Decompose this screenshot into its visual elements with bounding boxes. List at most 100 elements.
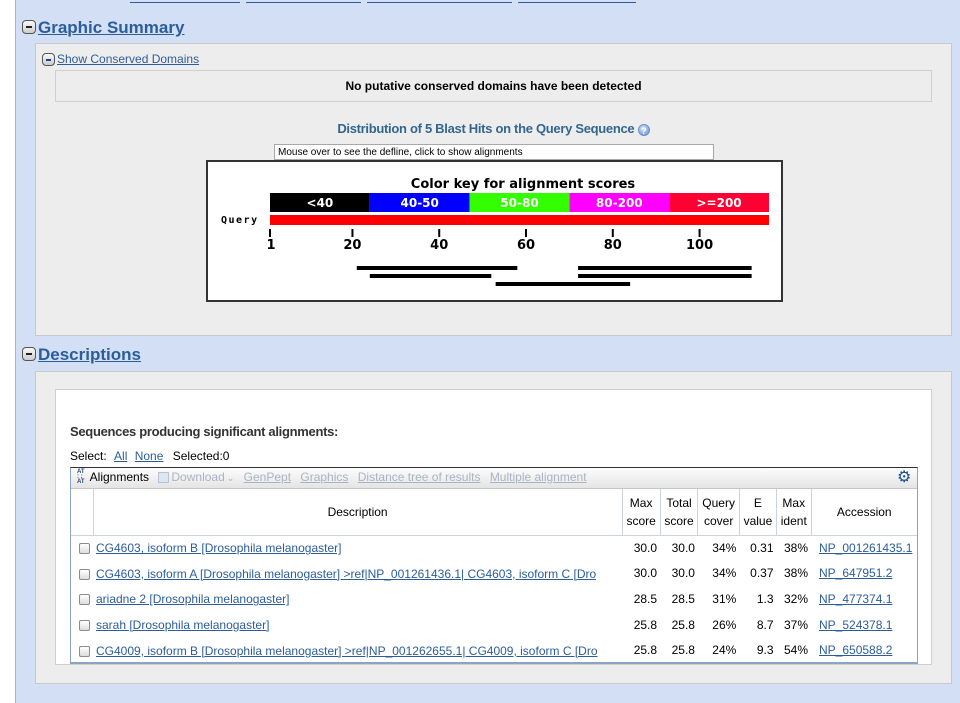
download-button[interactable]: Download (171, 470, 224, 484)
defline-display-input[interactable] (274, 144, 714, 160)
top-link[interactable] (367, 0, 512, 3)
select-row: Select: All None Selected:0 (70, 449, 229, 463)
results-table-container: AT: : AT Alignments Download ⌄ GenPept Gra… (70, 467, 918, 663)
query-cover: 34% (712, 566, 737, 581)
header-line: Max (629, 495, 653, 510)
distance-tree-link[interactable]: Distance tree of results (358, 470, 481, 484)
max-score-column-header[interactable]: Max score (621, 489, 661, 536)
ruler-tick-label: 1 (266, 238, 275, 253)
query-bar-group (270, 215, 769, 225)
header-line: cover (703, 513, 734, 528)
ruler-tick-label: 100 (686, 238, 713, 253)
table-row: CG4603, isoform A [Drosophila melanogast… (71, 561, 917, 587)
description-link[interactable]: CG4603, isoform A [Drosophila melanogast… (96, 567, 596, 581)
select-none-link[interactable]: None (135, 449, 164, 463)
collapse-toggle-icon[interactable] (22, 20, 36, 35)
e-value: 9.3 (756, 643, 774, 658)
help-icon[interactable]: ? (637, 123, 650, 136)
table-header-row: Description Max score Total score Query cov… (71, 489, 917, 536)
max-score: 25.8 (633, 617, 658, 632)
description-link[interactable]: CG4009, isoform B [Drosophila melanogast… (96, 644, 598, 658)
descriptions-link[interactable]: Descriptions (38, 345, 141, 364)
show-conserved-domains-link[interactable]: Show Conserved Domains (57, 52, 199, 66)
gear-icon[interactable]: ⚙ (897, 470, 913, 486)
total-score: 30.0 (671, 566, 695, 581)
e-value-column-header[interactable]: Evalue (738, 489, 777, 536)
hit-bar[interactable] (369, 274, 492, 278)
max-ident-column-header[interactable]: Max ident (776, 489, 811, 536)
top-link[interactable] (130, 0, 240, 3)
description-column-header[interactable]: Description (92, 489, 623, 536)
row-checkbox[interactable] (78, 619, 90, 631)
max-score: 28.5 (633, 591, 658, 606)
query-ruler: 1 20 40 60 80 100 (266, 229, 713, 253)
accession-link[interactable]: NP_650588.2 (819, 643, 892, 657)
color-key-label: <40 (307, 196, 334, 210)
hit-bar[interactable] (495, 282, 631, 286)
hit-bar[interactable] (578, 274, 752, 278)
row-checkbox[interactable] (78, 645, 90, 657)
accession-link[interactable]: NP_647951.2 (819, 566, 892, 580)
query-cover: 34% (712, 541, 737, 556)
max-ident: 32% (783, 591, 808, 606)
graphic-summary-link[interactable]: Graphic Summary (38, 18, 184, 37)
e-value: 8.7 (756, 617, 774, 632)
header-line: E (753, 495, 762, 510)
alignment-icon: AT: : AT (77, 469, 85, 486)
descriptions-content: Sequences producing significant alignmen… (55, 389, 932, 665)
color-key-label: >=200 (697, 196, 742, 210)
row-checkbox[interactable] (78, 568, 90, 580)
graphic-summary-panel: Show Conserved Domains No putative conse… (35, 43, 952, 336)
graphics-link[interactable]: Graphics (300, 470, 348, 484)
description-link[interactable]: sarah [Drosophila melanogaster] (96, 618, 269, 632)
max-ident: 38% (783, 541, 808, 556)
ruler-tick-label: 40 (430, 238, 448, 253)
genpept-link[interactable]: GenPept (244, 470, 291, 484)
header-line: score (626, 513, 656, 528)
max-score: 30.0 (633, 566, 658, 581)
ruler-tick-label: 80 (604, 238, 622, 253)
blast-hits-graphic[interactable]: Color key for alignment scores <40 40-50 5… (206, 160, 783, 302)
distribution-title: Distribution of 5 Blast Hits on the Quer… (36, 121, 951, 136)
total-score-column-header[interactable]: Total score (659, 489, 698, 536)
hit-bars[interactable] (356, 266, 752, 286)
row-checkbox[interactable] (78, 594, 90, 606)
multiple-alignment-link[interactable]: Multiple alignment (490, 470, 587, 484)
header-line: Max (782, 495, 806, 510)
blast-hits-svg[interactable]: Color key for alignment scores <40 40-50 5… (208, 162, 781, 300)
show-conserved-domains[interactable]: Show Conserved Domains (42, 52, 199, 67)
description-link[interactable]: CG4603, isoform B [Drosophila melanogast… (96, 541, 341, 555)
max-ident: 54% (783, 643, 808, 658)
download-icon (158, 472, 170, 484)
collapse-toggle-icon[interactable] (42, 53, 55, 67)
query-cover: 24% (712, 643, 737, 658)
select-column-header (71, 489, 93, 536)
select-all-link[interactable]: All (114, 449, 127, 463)
top-link[interactable] (246, 0, 361, 3)
collapse-toggle-icon[interactable] (22, 347, 36, 362)
query-cover-column-header[interactable]: Query cover (697, 489, 740, 536)
accession-link[interactable]: NP_001261435.1 (819, 541, 912, 555)
results-table: Description Max score Total score Query cov… (71, 489, 917, 663)
row-checkbox[interactable] (78, 543, 90, 555)
results-toolbar: AT: : AT Alignments Download ⌄ GenPept Gra… (71, 468, 917, 489)
table-row: ariadne 2 [Drosophila melanogaster] 28.5… (71, 586, 917, 612)
max-ident: 38% (783, 566, 808, 581)
hit-bar[interactable] (578, 266, 752, 270)
top-links-cut-off (130, 0, 642, 4)
hit-bar[interactable] (356, 266, 518, 270)
select-label: Select: (70, 449, 107, 463)
accession-link[interactable]: NP_524378.1 (819, 618, 892, 632)
chevron-down-icon[interactable]: ⌄ (227, 473, 235, 483)
accession-link[interactable]: NP_477374.1 (819, 592, 892, 606)
alignments-button[interactable]: Alignments (90, 470, 149, 484)
top-link[interactable] (518, 0, 636, 3)
ruler-tick-label: 60 (517, 238, 535, 253)
header-line: score (664, 513, 694, 528)
description-link[interactable]: ariadne 2 [Drosophila melanogaster] (96, 592, 289, 606)
accession-column-header[interactable]: Accession (810, 489, 917, 536)
descriptions-header: Descriptions (22, 345, 141, 365)
query-label: Query (221, 215, 259, 226)
e-value: 0.37 (750, 566, 774, 581)
graphic-summary-header: Graphic Summary (22, 18, 184, 38)
